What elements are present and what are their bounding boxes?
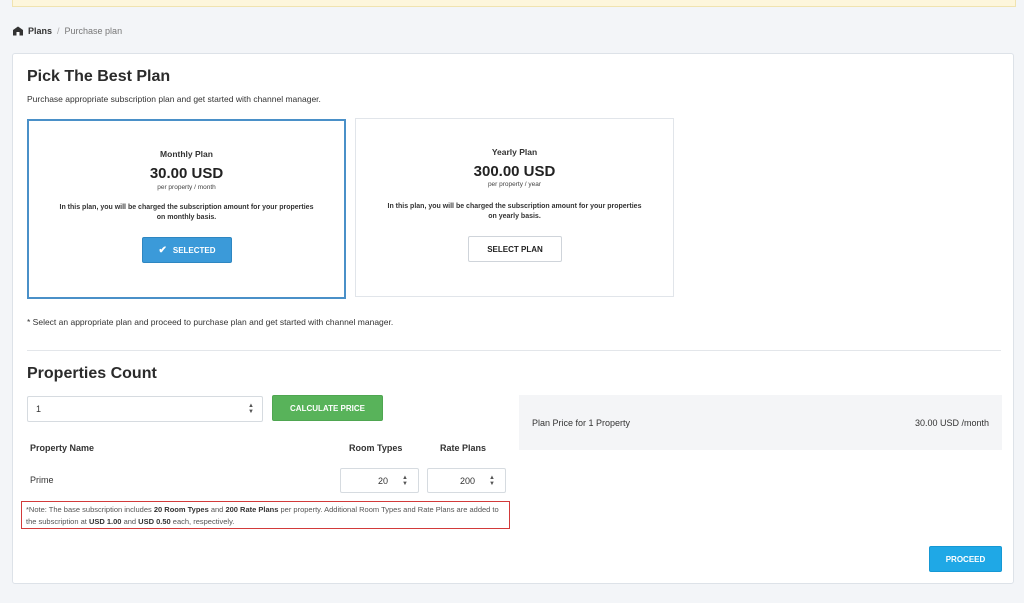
properties-count-value: 1: [36, 404, 42, 414]
plan-name: Monthly Plan: [160, 149, 213, 159]
room-types-input[interactable]: 20 ▲ ▼: [340, 468, 419, 493]
section-divider: [27, 350, 1001, 351]
column-header-room-types: Room Types: [349, 443, 403, 453]
home-icon: [12, 26, 24, 36]
page-title: Pick The Best Plan: [27, 68, 171, 85]
stepper-icon[interactable]: ▲ ▼: [489, 475, 495, 487]
plan-description: In this plan, you will be charged the su…: [59, 204, 314, 221]
select-plan-button[interactable]: SELECT PLAN: [468, 236, 562, 262]
plan-price: 30.00 USD: [149, 165, 224, 182]
price-summary: Plan Price for 1 Property 30.00 USD /mon…: [519, 395, 1002, 450]
purchase-plan-panel: Pick The Best Plan Purchase appropriate …: [12, 53, 1014, 584]
calculate-price-button[interactable]: CALCULATE PRICE: [272, 395, 383, 421]
selected-button-label: SELECTED: [172, 245, 216, 255]
plan-description: In this plan, you will be charged the su…: [387, 203, 642, 220]
plan-period: per property / month: [157, 184, 216, 191]
rate-plans-input[interactable]: 200 ▲ ▼: [427, 468, 506, 493]
column-header-rate-plans: Rate Plans: [440, 443, 487, 453]
breadcrumb-current: Purchase plan: [64, 26, 123, 36]
rate-plans-value: 200: [459, 475, 475, 486]
room-types-value: 20: [377, 475, 388, 486]
breadcrumb-plans-link[interactable]: Plans: [28, 26, 52, 36]
notification-bar: [12, 0, 1016, 7]
stepper-icon[interactable]: ▲ ▼: [248, 403, 254, 415]
plan-card-yearly[interactable]: Yearly Plan 300.00 USD per property / ye…: [355, 118, 674, 297]
properties-count-input[interactable]: 1 ▲ ▼: [27, 396, 263, 422]
breadcrumb: Plans / Purchase plan: [12, 25, 122, 37]
page-subtitle: Purchase appropriate subscription plan a…: [27, 94, 321, 104]
plan-period: per property / year: [487, 181, 542, 188]
subscription-note: *Note: The base subscription includes 20…: [21, 501, 510, 529]
price-summary-label: Plan Price for 1 Property: [532, 418, 631, 428]
plan-card-monthly[interactable]: Monthly Plan 30.00 USD per property / mo…: [27, 119, 346, 299]
proceed-button[interactable]: PROCEED: [929, 546, 1002, 572]
stepper-icon[interactable]: ▲ ▼: [402, 475, 408, 487]
breadcrumb-separator: /: [57, 26, 60, 36]
properties-count-title: Properties Count: [27, 365, 157, 382]
property-name-cell: Prime: [30, 475, 54, 485]
column-header-property-name: Property Name: [30, 443, 95, 453]
check-icon: ✔: [158, 244, 167, 256]
plan-price: 300.00 USD: [473, 163, 556, 180]
price-summary-value: 30.00 USD /month: [914, 418, 989, 428]
selected-button[interactable]: ✔ SELECTED: [142, 237, 232, 263]
plan-name: Yearly Plan: [491, 147, 538, 157]
plan-note: * Select an appropriate plan and proceed…: [27, 317, 394, 327]
